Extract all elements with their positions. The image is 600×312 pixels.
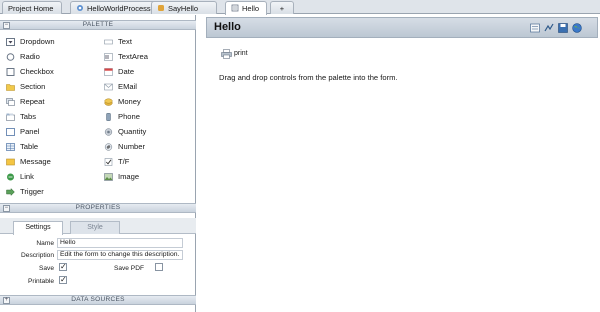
- palette-item-label: Section: [20, 82, 46, 91]
- form-icon: [231, 4, 239, 12]
- save-label: Save: [38, 265, 54, 272]
- email-icon: [104, 83, 113, 91]
- properties-header[interactable]: − PROPERTIES: [0, 203, 196, 213]
- radio-icon: [6, 53, 15, 61]
- textbox-icon: [104, 39, 113, 45]
- tab-bar: Project Home HelloWorldProcess SayHello …: [0, 0, 600, 15]
- checkmark-icon: [104, 158, 113, 166]
- palette-item-label: Checkbox: [20, 67, 54, 76]
- palette-item-label: Panel: [20, 127, 40, 136]
- calendar-icon: [104, 68, 113, 76]
- tab-settings[interactable]: Settings: [13, 221, 63, 235]
- properties-icon[interactable]: [530, 23, 540, 33]
- folder-icon: [6, 84, 15, 91]
- link-icon: [7, 173, 14, 181]
- form-header: Hello: [206, 17, 598, 38]
- trigger-icon: [6, 188, 15, 196]
- panel-icon: [6, 128, 15, 136]
- quantity-icon: [104, 128, 113, 136]
- palette-item-label: Message: [20, 157, 51, 166]
- palette-item-label: Money: [118, 97, 141, 106]
- palette-item-label: Image: [118, 172, 140, 181]
- process-icon: [77, 5, 83, 11]
- name-field[interactable]: Hello: [57, 238, 183, 248]
- palette-item-label: Trigger: [20, 187, 44, 196]
- data-sources-header[interactable]: + DATA SOURCES: [0, 295, 196, 305]
- tab-helloworldprocess[interactable]: HelloWorldProcess: [70, 1, 158, 14]
- save-pdf-label: Save PDF: [113, 265, 144, 272]
- name-label: Name: [36, 240, 54, 247]
- properties-tab-strip: Settings Style: [0, 218, 196, 235]
- palette-item-label: Number: [118, 142, 146, 151]
- data-sources-title: DATA SOURCES: [71, 296, 125, 303]
- palette-item-label: Text: [118, 37, 132, 46]
- tab-sayhello[interactable]: SayHello: [151, 1, 217, 14]
- table-icon: [6, 143, 15, 151]
- tab-hello[interactable]: Hello: [225, 1, 267, 15]
- dropdown-icon: [6, 38, 15, 46]
- tab-label: HelloWorldProcess: [87, 4, 151, 13]
- svg-text:#: #: [106, 145, 110, 151]
- form-title: Hello: [214, 21, 241, 33]
- palette-item-label: EMail: [118, 82, 137, 91]
- palette-item-label: Phone: [118, 112, 140, 121]
- number-icon: #: [104, 143, 113, 151]
- palette-item-label: Link: [20, 172, 34, 181]
- message-icon: [6, 158, 15, 166]
- tab-label: Hello: [242, 4, 260, 13]
- save-pdf-checkbox[interactable]: [155, 263, 163, 271]
- palette-item-label: Tabs: [20, 112, 37, 121]
- save-checkbox[interactable]: ✓: [59, 263, 67, 271]
- description-label: Description: [21, 252, 54, 259]
- flow-icon[interactable]: [544, 23, 554, 33]
- palette-item-label: Radio: [20, 52, 40, 61]
- tab-project-home[interactable]: Project Home: [2, 1, 62, 14]
- tab-add[interactable]: +: [270, 1, 294, 14]
- left-panel: − PALETTE Dropdown Radio Checkbox Sectio…: [0, 15, 196, 312]
- activity-icon: [158, 5, 164, 11]
- palette-item-label: Repeat: [20, 97, 45, 106]
- money-icon: [104, 98, 113, 106]
- image-icon: [104, 173, 113, 181]
- tab-label: SayHello: [168, 4, 199, 13]
- palette-item-label: Quantity: [118, 127, 147, 136]
- printable-checkbox[interactable]: ✓: [59, 276, 67, 284]
- textarea-icon: [104, 53, 113, 61]
- palette-item-label: Table: [20, 142, 39, 151]
- form-instructions: Drag and drop controls from the palette …: [219, 73, 398, 82]
- palette-item-label: T/F: [118, 157, 130, 166]
- expand-icon[interactable]: +: [3, 297, 10, 304]
- tab-label: Project Home: [8, 4, 54, 13]
- repeat-icon: [6, 98, 15, 106]
- save-icon[interactable]: [558, 23, 568, 33]
- palette-title: PALETTE: [82, 21, 114, 28]
- add-tab-label: +: [279, 4, 285, 13]
- printer-icon: [221, 49, 232, 59]
- tab-style[interactable]: Style: [70, 221, 120, 234]
- properties-title: PROPERTIES: [75, 204, 121, 211]
- printable-label: Printable: [27, 278, 54, 285]
- palette-item-label: TextArea: [118, 52, 148, 61]
- description-field[interactable]: Edit the form to change this description…: [57, 250, 183, 260]
- palette-header[interactable]: − PALETTE: [0, 20, 196, 30]
- collapse-icon[interactable]: −: [3, 205, 10, 212]
- print-label: print: [234, 50, 248, 57]
- phone-icon: [106, 113, 111, 121]
- globe-icon[interactable]: [572, 23, 582, 33]
- collapse-icon[interactable]: −: [3, 22, 10, 29]
- checkbox-icon: [6, 68, 15, 76]
- palette-item-label: Date: [118, 67, 135, 76]
- tabs-icon: [6, 113, 15, 121]
- palette-item-label: Dropdown: [20, 37, 55, 46]
